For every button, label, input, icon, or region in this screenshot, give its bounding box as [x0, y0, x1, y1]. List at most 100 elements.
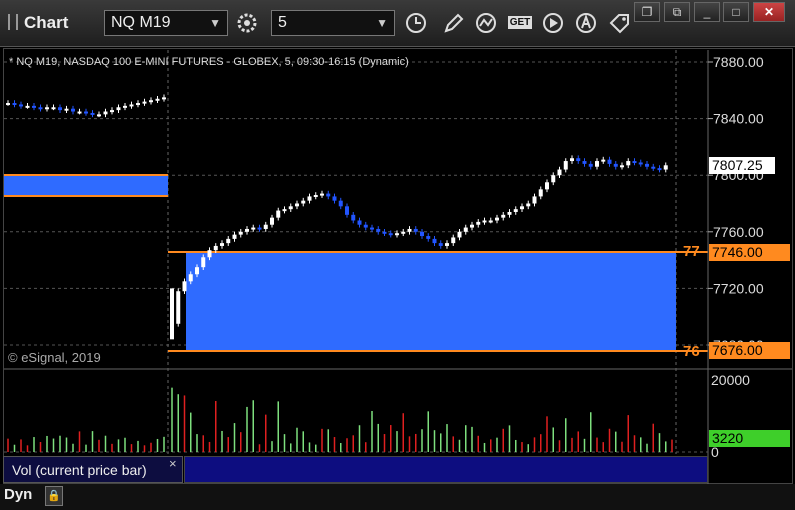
candle-body [77, 111, 82, 114]
candle-body [538, 189, 543, 197]
candle-body [116, 107, 121, 111]
candle-body [142, 101, 147, 104]
candle-body [332, 196, 337, 201]
candle-body [71, 108, 75, 112]
candle-body [313, 195, 318, 198]
y-tick-label: 7880.00 [713, 54, 764, 70]
candle-body [501, 214, 506, 218]
y-tick-label: 7840.00 [713, 111, 764, 127]
candle-body [457, 231, 462, 238]
candle-body [195, 267, 199, 275]
candle-body [570, 158, 574, 162]
price-chart[interactable]: 7880.007840.007800.007760.007720.007680.… [0, 0, 795, 510]
candle-body [103, 111, 108, 115]
candle-body [338, 200, 343, 207]
candle-body [588, 163, 593, 167]
candle-body [601, 159, 606, 162]
candle-body [64, 108, 69, 111]
candle-body [136, 103, 140, 106]
candle-body [438, 243, 443, 246]
candle-body [445, 243, 449, 246]
candle-body [176, 291, 181, 324]
dynamic-label[interactable]: Dyn [4, 486, 32, 503]
candle-body [426, 236, 431, 239]
candle-body [110, 110, 114, 113]
candle-body [488, 220, 493, 223]
candle-body [420, 231, 424, 237]
candle-body [58, 107, 62, 111]
candle-body [520, 206, 524, 210]
candle-body [213, 245, 218, 251]
candle-body [90, 112, 95, 115]
close-icon[interactable]: × [169, 456, 177, 471]
level-lower-cut-label: 76 [683, 343, 700, 360]
candle-body [201, 257, 206, 268]
candle-body [557, 169, 562, 176]
candle-body [38, 107, 43, 110]
candle-body [251, 227, 256, 230]
candle-body [432, 238, 437, 244]
candle-body [395, 233, 399, 236]
candle-body [576, 158, 581, 162]
candle-body [97, 114, 101, 117]
candle-body [376, 228, 381, 232]
volume-bars-group [7, 387, 673, 452]
candle-body [651, 166, 656, 169]
candle-body [363, 224, 368, 228]
candle-body [563, 161, 568, 170]
zone-current-session [186, 252, 676, 351]
y-tick-label: 7760.00 [713, 224, 764, 240]
candle-body [551, 175, 556, 183]
volume-last-tag: 3220 [709, 430, 790, 447]
candle-body [638, 162, 643, 165]
candle-body [162, 97, 166, 100]
candle-body [401, 231, 406, 234]
candle-body [370, 227, 374, 230]
candle-body [476, 221, 481, 225]
candle-body [84, 111, 88, 114]
last-price-tag: 7807.25 [709, 157, 775, 174]
candle-body [463, 227, 468, 232]
candle-body [149, 100, 153, 103]
time-axis [0, 484, 795, 510]
volume-tick-label: 20000 [711, 372, 750, 388]
candle-body [382, 231, 387, 234]
candle-body [245, 228, 249, 232]
level-lower-tag: 7676.00 [709, 342, 790, 359]
y-tick-label: 7720.00 [713, 280, 764, 296]
candle-body [620, 165, 624, 168]
candle-body [232, 234, 237, 239]
candle-body [532, 196, 537, 204]
candle-body [45, 107, 49, 110]
candle-body [545, 182, 549, 190]
candle-body [582, 161, 587, 164]
zone-prior-session [4, 175, 168, 196]
candle-body [413, 228, 418, 232]
candle-body [51, 107, 56, 110]
candle-body [351, 214, 356, 221]
candle-body [257, 227, 262, 230]
candle-body [220, 243, 224, 246]
candle-body [12, 103, 17, 106]
level-upper-tag: 7746.00 [709, 244, 790, 261]
candle-body [607, 159, 612, 164]
candle-body [632, 161, 637, 164]
candle-body [645, 163, 649, 167]
candle-body [451, 237, 456, 244]
candle-body [357, 220, 362, 225]
candle-body [295, 203, 299, 207]
candle-body [129, 104, 134, 107]
candle-body [307, 196, 312, 201]
candle-body [482, 220, 487, 223]
candle-body [25, 105, 30, 108]
candle-body [470, 224, 474, 228]
volume-study-label[interactable]: Vol (current price bar) [3, 456, 183, 483]
candle-body [301, 200, 306, 204]
candle-body [263, 224, 268, 229]
copyright-text: © eSignal, 2019 [8, 350, 101, 365]
candle-body [320, 193, 324, 196]
level-upper-cut-label: 77 [683, 243, 700, 260]
candle-body [170, 288, 174, 340]
candle-body [238, 231, 243, 235]
lock-icon[interactable]: 🔒 [45, 486, 63, 506]
